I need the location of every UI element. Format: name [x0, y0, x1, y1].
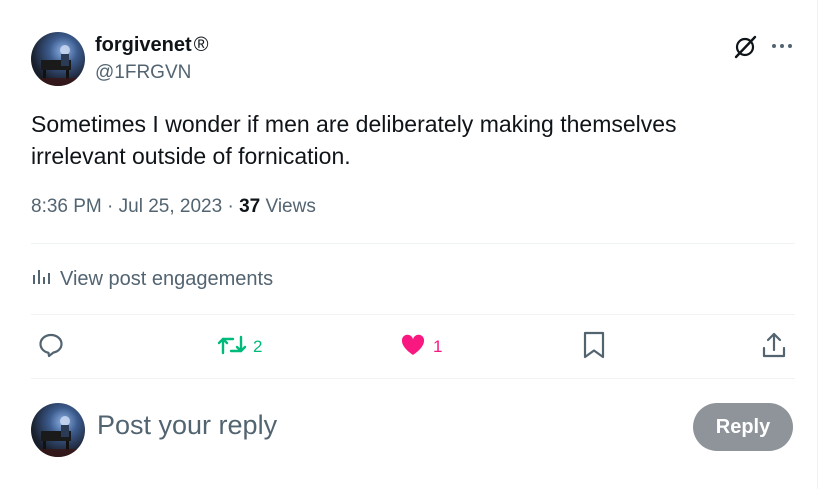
more-options-icon[interactable] [770, 36, 794, 56]
reply-action[interactable] [37, 330, 65, 364]
views-count: 37 [239, 196, 261, 217]
bookmark-icon [581, 330, 607, 365]
author-name[interactable]: forgivenet ® [95, 34, 208, 57]
meta-separator: · [227, 196, 234, 217]
retweet-action[interactable]: 2 [217, 330, 262, 364]
retweet-icon [217, 331, 247, 364]
divider [31, 378, 795, 379]
retweet-count: 2 [253, 337, 263, 356]
grok-icon[interactable] [733, 34, 759, 60]
reply-button[interactable]: Reply [693, 403, 793, 451]
current-user-avatar[interactable] [31, 403, 85, 457]
tweet-text: Sometimes I wonder if men are deliberate… [31, 111, 677, 169]
view-engagements-link[interactable]: View post engagements [31, 266, 273, 292]
reply-input[interactable]: Post your reply [97, 410, 277, 441]
view-engagements-label: View post engagements [60, 267, 274, 290]
like-count: 1 [433, 337, 443, 356]
divider [31, 243, 795, 244]
analytics-icon [31, 266, 51, 292]
column-border [817, 0, 818, 489]
author-avatar[interactable] [31, 32, 85, 86]
tweet-meta: 8:36 PM · Jul 25, 2023 · 37 Views [31, 196, 316, 218]
meta-separator: · [107, 196, 114, 217]
views-label: Views [265, 196, 316, 217]
tweet-date[interactable]: Jul 25, 2023 [119, 196, 223, 217]
divider [31, 314, 795, 315]
share-action[interactable] [760, 330, 788, 364]
registered-badge: ® [193, 34, 209, 56]
bookmark-action[interactable] [581, 330, 607, 364]
heart-icon [399, 331, 427, 364]
share-icon [760, 330, 788, 365]
author-handle[interactable]: @1FRGVN [95, 62, 191, 84]
like-action[interactable]: 1 [399, 330, 442, 364]
tweet-time[interactable]: 8:36 PM [31, 196, 102, 217]
reply-icon [37, 331, 65, 364]
